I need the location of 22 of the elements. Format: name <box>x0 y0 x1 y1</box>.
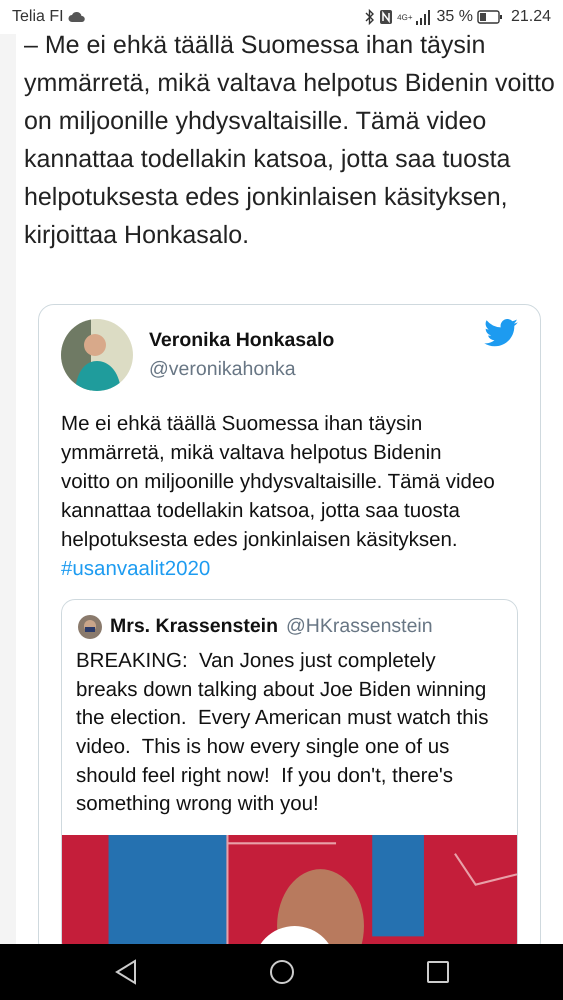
author-handle[interactable]: @veronikahonka <box>149 355 468 384</box>
quoted-author-name[interactable]: Mrs. Krassenstein <box>110 612 278 642</box>
clock-time: 21.24 <box>510 7 551 27</box>
nfc-icon <box>379 9 394 25</box>
battery-icon <box>476 10 503 24</box>
cloud-icon <box>68 11 86 23</box>
quoted-tweet-text: BREAKING: Van Jones just completely breaks down talking about Joe Biden winning the election. Every American must watch this video. This is how every single one of us should feel right now! If you don't, there's something wrong with you! <box>75 648 490 818</box>
battery-percent: 35 % <box>436 7 473 27</box>
recent-apps-icon[interactable] <box>426 960 450 984</box>
bluetooth-icon <box>365 9 376 25</box>
back-icon[interactable] <box>114 959 138 985</box>
carrier-name: Telia FI <box>12 7 64 27</box>
home-icon[interactable] <box>268 959 294 985</box>
tweet-text: Me ei ehkä täällä Suomessa ihan täysin ymmärretä, mikä valtava helpotus Bidenin voitto on miljoonille yhdysvaltaisille. Tämä video kannattaa todellakin katsoa, jotta saa tuosta helpotuksesta edes jonkinlaisen käsityksen. #usanvaalit2020 <box>61 411 496 582</box>
avatar-icon <box>78 614 102 639</box>
quoted-author-handle[interactable]: @HKrassenstein <box>286 612 433 642</box>
hashtag-link[interactable]: #usanvaalit2020 <box>61 557 210 580</box>
bird-icon[interactable] <box>484 319 518 347</box>
author-name[interactable]: Veronika Honkasalo <box>149 326 468 355</box>
signal-icon <box>416 8 432 26</box>
article-paragraph: – Me ei ehkä täällä Suomessa ihan täysin ymmärretä, mikä valtava helpotus Bidenin voitto on miljoonille yhdysvaltaisille. Tämä video kannattaa todellakin katsoa, jotta saa tuosta helpotuksesta edes jonkinlaisen käsityksen, kirjoittaa Honkasalo. <box>24 34 555 251</box>
network-type: 4G+ <box>397 14 412 22</box>
